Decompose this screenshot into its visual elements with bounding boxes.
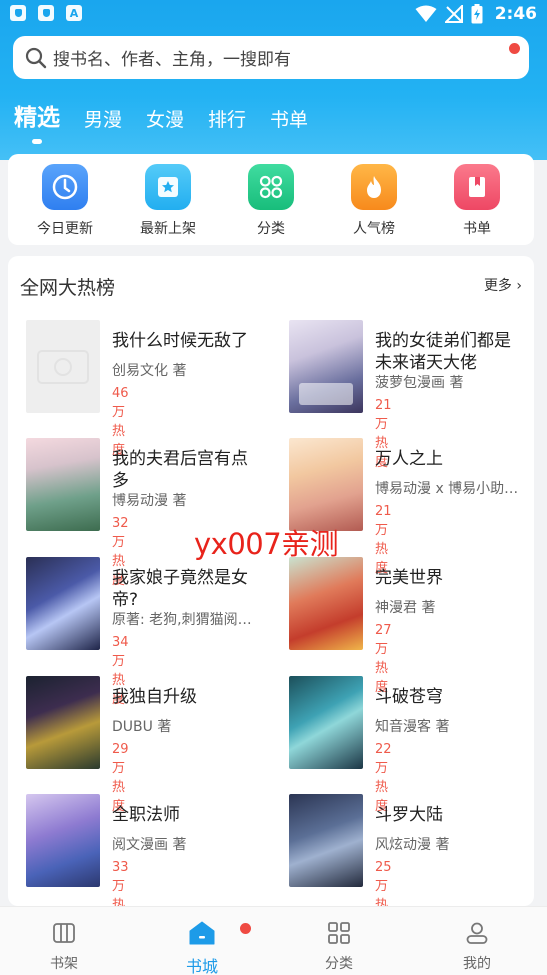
font-app-icon: A [66,5,82,21]
tab-booklist[interactable]: 书单 [270,105,308,132]
bookshelf-icon [53,923,75,943]
book-author: 菠萝包漫画 著 [375,375,464,391]
book-author: 创易文化 著 [112,363,187,379]
quick-entry-label: 最新上架 [140,221,196,237]
nav-bookstore[interactable]: 书城 [172,921,232,975]
image-placeholder-icon [37,349,89,384]
book-author: 博易动漫 x 博易小助… [375,481,519,497]
watermark-text: yx007亲测 [194,527,339,561]
shield-app-icon [10,5,26,21]
book-author: 博易动漫 著 [112,493,187,509]
nav-bookshelf[interactable]: 书架 [34,921,94,973]
quick-entry-label: 人气榜 [353,221,395,237]
no-signal-icon [444,5,463,23]
book-author: 知音漫客 著 [375,719,450,735]
book-cover [289,794,363,887]
tab-ranking[interactable]: 排行 [208,105,246,132]
book-heat: 21万热度 [375,504,392,576]
person-icon [466,922,488,944]
quick-entry-label: 今日更新 [37,221,93,237]
chevron-right-icon: › [516,278,522,294]
book-heat: 27万热度 [375,623,392,695]
nav-label: 分类 [325,956,353,972]
channel-tabs: 精选 男漫 女漫 排行 书单 [14,98,332,132]
book-cover [289,557,363,650]
flame-icon [351,164,397,210]
book-author: 原著: 老狗,刺猬猫阅… [112,612,252,628]
book-author: 风炫动漫 著 [375,837,450,853]
book-author: 阅文漫画 著 [112,837,187,853]
quick-entry-booklist[interactable]: 书单 [437,164,517,238]
tab-female-comics[interactable]: 女漫 [146,105,184,132]
book-cover [289,438,363,531]
book-author: 神漫君 著 [375,600,436,616]
book-title: 我家娘子竟然是女帝? [112,568,248,610]
battery-charging-icon [471,4,483,24]
search-icon [25,47,47,68]
more-link[interactable]: 更多 › [484,275,522,295]
category-grid-icon [328,922,350,944]
shield-app-icon [38,5,54,21]
status-bar: A 2:46 [0,0,547,28]
nav-profile[interactable]: 我的 [447,921,507,973]
quick-entry-category[interactable]: 分类 [231,164,311,238]
quick-entry-panel: 今日更新 最新上架 分类 人气榜 书单 [8,154,534,245]
nav-category[interactable]: 分类 [309,921,369,973]
book-cover [26,676,100,769]
search-placeholder: 搜书名、作者、主角，一搜即有 [53,50,291,70]
book-title: 斗罗大陆 [375,805,443,825]
search-input[interactable]: 搜书名、作者、主角，一搜即有 [13,36,529,79]
nav-label: 我的 [463,956,491,972]
bookmark-book-icon [454,164,500,210]
clock-time: 2:46 [494,4,537,24]
notification-dot [240,923,251,934]
book-title: 我什么时候无敌了 [112,331,248,351]
tab-featured[interactable]: 精选 [14,98,60,132]
wifi-icon [415,5,437,22]
clock-icon [42,164,88,210]
book-cover [289,676,363,769]
notification-dot [509,43,520,54]
book-title: 斗破苍穹 [375,687,443,707]
nav-label: 书架 [50,956,78,972]
book-cover [26,438,100,531]
quick-entry-label: 分类 [257,221,285,237]
book-title: 我的女徒弟们都是未来诸天大佬 [375,331,511,373]
book-title: 万人之上 [375,449,443,469]
tab-male-comics[interactable]: 男漫 [84,105,122,132]
book-cover [289,320,363,413]
quick-entry-popularity[interactable]: 人气榜 [334,164,414,238]
book-title: 全职法师 [112,805,180,825]
book-title: 完美世界 [375,568,443,588]
quick-entry-label: 书单 [463,221,491,237]
more-label: 更多 [483,278,512,294]
nav-label: 书城 [185,957,218,975]
home-icon [189,921,215,945]
quick-entry-today-update[interactable]: 今日更新 [25,164,105,238]
book-cover [26,557,100,650]
book-author: DUBU 著 [112,719,172,735]
grid-icon [248,164,294,210]
book-cover [26,794,100,887]
book-title: 我的夫君后宫有点多 [112,449,248,491]
section-title: 全网大热榜 [20,277,116,299]
book-cover-placeholder [26,320,100,413]
star-box-icon [145,164,191,210]
book-title: 我独自升级 [112,687,197,707]
hot-list-panel: 全网大热榜 更多 › 我什么时候无敌了 创易文化 著 46万热度 我的女徒弟们都… [8,256,534,932]
quick-entry-new-arrivals[interactable]: 最新上架 [128,164,208,238]
bottom-navigation: 书架 书城 分类 我的 [0,906,547,975]
